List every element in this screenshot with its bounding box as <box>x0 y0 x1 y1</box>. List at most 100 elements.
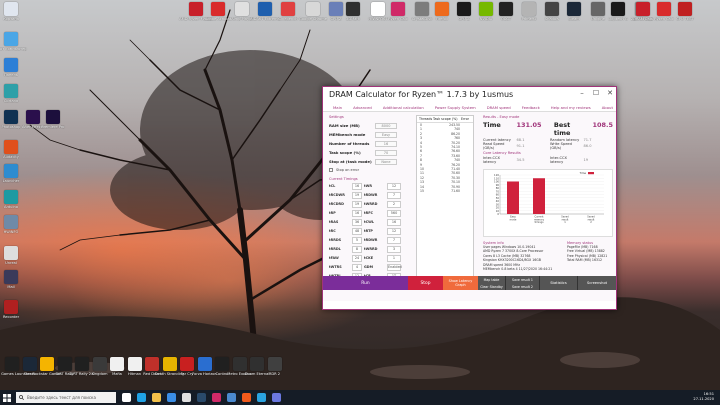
minimize-icon[interactable]: – <box>578 89 586 97</box>
title-bar[interactable]: DRAM Calculator for Ryzen™ 1.7.3 by 1usm… <box>323 87 616 103</box>
menu-help[interactable]: Help and my reviews <box>551 105 591 110</box>
chrome-icon[interactable] <box>182 393 191 402</box>
menu-main[interactable]: Main <box>333 105 342 110</box>
discord-icon[interactable] <box>272 393 281 402</box>
desktop-left-icon-6[interactable]: Premiere Pro <box>37 110 69 140</box>
timing-value[interactable]: 1 <box>387 255 401 262</box>
desktop-left-icon-13[interactable]: Recorder <box>0 300 27 330</box>
statistics-button[interactable]: Statistics <box>540 276 578 290</box>
close-icon[interactable]: ✕ <box>606 89 614 97</box>
desktop-left-icon-10[interactable]: HWiNFO <box>0 215 27 245</box>
app-icon <box>4 140 18 154</box>
stop-at-select[interactable]: None <box>375 158 397 165</box>
random-latency-value: 71.7 <box>583 138 592 142</box>
hwinfo-icon[interactable] <box>227 393 236 402</box>
maximize-icon[interactable]: ☐ <box>592 89 600 97</box>
desktop-right-icon-2[interactable]: CPU TEST <box>669 2 701 32</box>
timing-value[interactable]: 48 <box>352 228 362 235</box>
chart-bar <box>533 178 545 214</box>
timing-value[interactable]: Enabled <box>387 264 402 271</box>
threads-header: Threads <box>419 117 433 121</box>
inter-ccx-value: 34.5 <box>516 158 525 162</box>
desktop-icon-label: Audacity <box>3 155 19 159</box>
stop-on-error-checkbox[interactable]: Stop on error <box>329 166 407 174</box>
task-view-icon[interactable] <box>122 393 131 402</box>
memory-status: Memory status PageFile (MB) 7168 Free Vir… <box>567 241 613 263</box>
task-scope-input[interactable]: 70 <box>375 149 397 156</box>
desktop-left-icon-0[interactable]: Корзина <box>0 2 27 32</box>
menu-about[interactable]: About <box>602 105 613 110</box>
timing-value[interactable]: 3 <box>387 246 401 253</box>
app-icon <box>306 2 320 16</box>
task-scope-label: Task scope (%) <box>329 150 361 155</box>
app-icon <box>4 164 18 178</box>
membench-mode-select[interactable]: Easy <box>375 131 397 138</box>
best-time-value: 108.5 <box>592 121 613 129</box>
legend-label: Time <box>580 171 587 175</box>
inter-ccx-label: Inter-CCX latency <box>483 156 500 164</box>
ryzen-calc-icon[interactable] <box>212 393 221 402</box>
threads-select[interactable]: 16 <box>375 140 397 147</box>
search-placeholder: Введите здесь текст для поиска <box>27 395 96 400</box>
desktop-icon-label: Premiere Pro <box>41 125 65 129</box>
timings-title: Current Timings <box>329 177 358 181</box>
timing-value[interactable]: 16 <box>387 219 401 226</box>
explorer-icon[interactable] <box>152 393 161 402</box>
save-result-1-button[interactable]: Save result 1 <box>506 276 540 283</box>
screenshot-button[interactable]: Screenshot <box>578 276 616 290</box>
menu-additional-calculation[interactable]: Additional calculation <box>383 105 424 110</box>
steam-icon[interactable] <box>197 393 206 402</box>
map-table-button[interactable]: Map table <box>478 276 506 283</box>
clear-standby-button[interactable]: Clear Standby <box>478 283 506 290</box>
timing-value[interactable]: 8 <box>352 246 362 253</box>
time-label: Time <box>483 121 501 129</box>
timing-value[interactable]: 24 <box>352 255 362 262</box>
timing-label: tCL <box>329 184 336 188</box>
desktop-bottom-icon-15[interactable]: RDR 2 <box>259 357 291 387</box>
app-icon <box>4 32 18 46</box>
desktop-icon-label: Этот компьютер <box>0 47 27 51</box>
timing-value[interactable]: 5 <box>352 237 362 244</box>
threads-table: Threads Task scope (%) Error 0 243.5 0 1 74 0… <box>416 115 474 290</box>
timing-value[interactable]: 16 <box>352 183 362 190</box>
clock-date[interactable]: 27.11.2020 <box>693 397 714 402</box>
timing-value[interactable]: 2 <box>387 201 401 208</box>
menu-power-supply[interactable]: Power Supply System <box>435 105 476 110</box>
ccx-title: Core Latency Results <box>483 151 521 155</box>
checkbox-icon[interactable] <box>329 168 333 172</box>
menu-advanced[interactable]: Advanced <box>353 105 372 110</box>
timing-value[interactable]: 560 <box>387 210 401 217</box>
window-title: DRAM Calculator for Ryzen™ 1.7.3 by 1usm… <box>329 90 514 99</box>
timing-value[interactable]: 12 <box>387 183 401 190</box>
desktop-left-icon-12[interactable]: Mail <box>0 270 27 300</box>
app-icon <box>4 246 18 260</box>
taskbar-search[interactable]: Введите здесь текст для поиска <box>16 392 116 403</box>
run-button[interactable]: Run <box>323 276 408 290</box>
intra-ccx-value: 19 <box>583 158 589 162</box>
legend-swatch <box>588 172 594 175</box>
timing-value[interactable]: 7 <box>387 237 401 244</box>
start-button[interactable] <box>0 390 14 405</box>
timing-label: tRFC <box>364 211 374 215</box>
timing-value[interactable]: 19 <box>352 192 362 199</box>
timing-value[interactable]: 4 <box>352 264 362 271</box>
timing-value[interactable]: 16 <box>352 210 362 217</box>
store-icon[interactable] <box>167 393 176 402</box>
timing-value[interactable]: 12 <box>387 228 401 235</box>
edge-icon[interactable] <box>137 393 146 402</box>
telegram-icon[interactable] <box>257 393 266 402</box>
system-info: System info User pages Windows 10.0.1904… <box>483 241 563 271</box>
aida-icon[interactable] <box>242 393 251 402</box>
stop-button[interactable]: Stop <box>408 276 443 290</box>
timing-value[interactable]: 7 <box>387 192 401 199</box>
task-scope-header: Task scope (%) <box>433 117 458 121</box>
timing-value[interactable]: 36 <box>352 219 362 226</box>
menu-feedback[interactable]: Feedback <box>522 105 540 110</box>
app-icon <box>567 2 581 16</box>
timing-value[interactable]: 19 <box>352 201 362 208</box>
save-result-2-button[interactable]: Save result 2 <box>506 283 540 290</box>
ram-size-input[interactable]: 8000 <box>375 122 397 129</box>
show-latency-graph-button[interactable]: Show Latency Graph <box>443 276 478 290</box>
menu-dram-speed[interactable]: DRAM speed <box>487 105 511 110</box>
timing-label: tRDWR <box>364 193 378 197</box>
